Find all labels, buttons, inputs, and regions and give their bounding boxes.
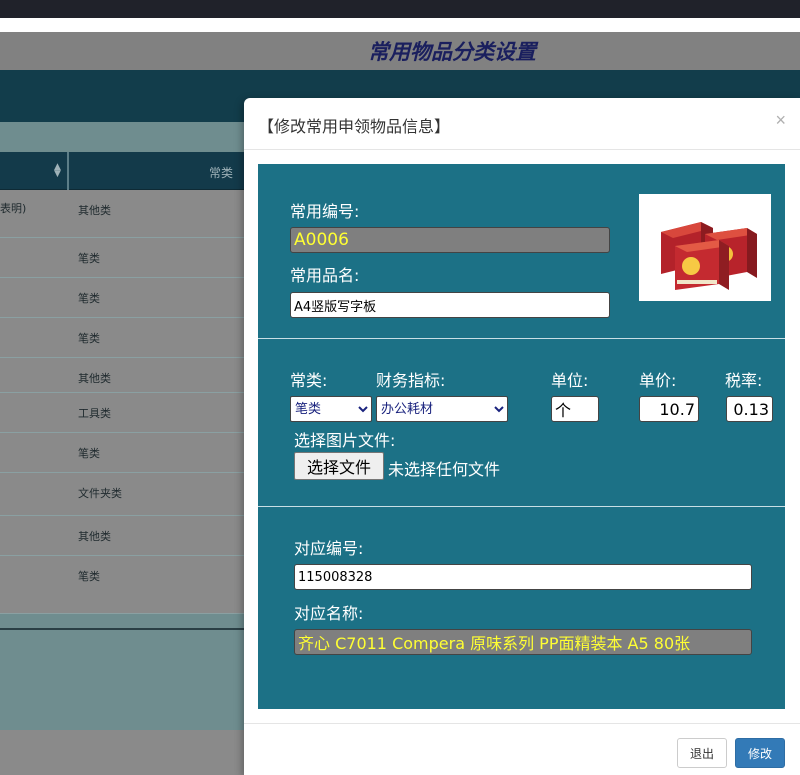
table-row[interactable]: 笔类 <box>0 278 244 318</box>
image-file-label: 选择图片文件: <box>294 431 396 450</box>
category-label: 常类: <box>290 371 328 390</box>
tax-label: 税率: <box>725 371 763 390</box>
table-footer-line <box>0 628 244 630</box>
table-cell-category: 笔类 <box>78 252 100 265</box>
table-row[interactable]: 笔类 <box>0 238 244 278</box>
match-name-label: 对应名称: <box>294 604 364 623</box>
page-title: 常用物品分类设置 <box>368 39 536 64</box>
match-name-input[interactable] <box>294 629 752 655</box>
modal-footer: 退出 修改 <box>244 723 800 775</box>
name-label: 常用品名: <box>290 266 360 285</box>
table-cell-category: 其他类 <box>78 530 111 543</box>
table-cell-category: 文件夹类 <box>78 487 122 500</box>
code-input[interactable] <box>290 227 610 253</box>
table-cell-category: 笔类 <box>78 447 100 460</box>
white-strip <box>0 18 800 32</box>
table-cell-category: 笔类 <box>78 292 100 305</box>
table-row[interactable]: 笔类 <box>0 433 244 473</box>
table-cell-name: 表明) <box>0 202 27 215</box>
match-code-input[interactable] <box>294 564 752 590</box>
paper-box-icon <box>639 194 771 301</box>
exit-button[interactable]: 退出 <box>677 738 727 768</box>
table-body: 表明) 其他类 笔类 笔类 笔类 其他类 工具类 笔类 文件夹类 其他类 笔类 <box>0 190 244 614</box>
close-icon[interactable]: × <box>775 110 786 131</box>
table-row[interactable]: 文件夹类 <box>0 473 244 516</box>
column-header-category[interactable]: 常类 <box>209 164 233 181</box>
form-panel: 常用编号: 常用品名: <box>258 164 785 709</box>
table-row[interactable]: 笔类 <box>0 556 244 614</box>
code-label: 常用编号: <box>290 202 360 221</box>
edit-item-modal: 【修改常用申领物品信息】 × 常用编号: 常用品名: <box>244 98 800 775</box>
choose-file-button[interactable]: 选择文件 <box>294 452 384 480</box>
product-image <box>639 194 771 301</box>
modal-header: 【修改常用申领物品信息】 × <box>244 98 800 150</box>
table-cell-category: 笔类 <box>78 570 100 583</box>
table-header: ▲ ▼ 常类 <box>0 152 244 190</box>
item-table: ▲ ▼ 常类 表明) 其他类 笔类 笔类 笔类 其他类 工具类 笔类 文件夹类 其他类 笔类 <box>0 152 244 614</box>
modify-button[interactable]: 修改 <box>735 738 785 768</box>
category-select[interactable]: 笔类 <box>290 396 372 422</box>
name-input[interactable] <box>290 292 610 318</box>
file-status: 未选择任何文件 <box>388 460 501 479</box>
table-cell-category: 工具类 <box>78 407 111 420</box>
table-row[interactable]: 其他类 <box>0 516 244 556</box>
table-row[interactable]: 笔类 <box>0 318 244 358</box>
sort-icon[interactable]: ▲ ▼ <box>54 163 61 179</box>
finance-select[interactable]: 办公耗材 <box>376 396 508 422</box>
table-cell-category: 其他类 <box>78 204 111 217</box>
table-cell-category: 笔类 <box>78 332 100 345</box>
top-bar <box>0 0 800 18</box>
table-row[interactable]: 工具类 <box>0 393 244 433</box>
price-label: 单价: <box>639 371 677 390</box>
match-code-label: 对应编号: <box>294 539 364 558</box>
tax-input[interactable] <box>726 396 773 422</box>
table-row[interactable]: 其他类 <box>0 358 244 393</box>
price-input[interactable] <box>639 396 699 422</box>
finance-label: 财务指标: <box>376 371 446 390</box>
modal-title: 【修改常用申领物品信息】 <box>258 117 451 136</box>
table-row[interactable]: 表明) 其他类 <box>0 190 244 238</box>
table-cell-category: 其他类 <box>78 372 111 385</box>
unit-label: 单位: <box>551 371 589 390</box>
unit-input[interactable] <box>551 396 599 422</box>
